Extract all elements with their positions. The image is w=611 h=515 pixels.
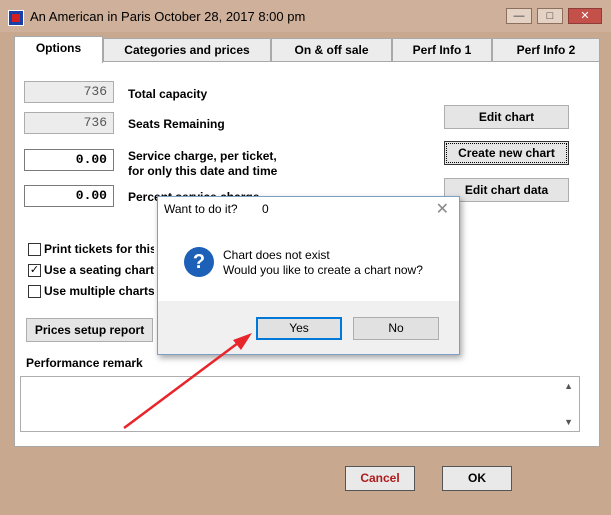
service-charge-label-line1: Service charge, per ticket,	[128, 149, 277, 163]
yes-button[interactable]: Yes	[256, 317, 342, 340]
edit-chart-button[interactable]: Edit chart	[444, 105, 569, 129]
cancel-button[interactable]: Cancel	[345, 466, 415, 491]
use-seating-chart-checkbox[interactable]: ✓	[28, 264, 41, 277]
question-icon: ?	[184, 247, 214, 277]
percent-service-charge-input[interactable]: 0.00	[24, 185, 114, 207]
prices-setup-report-button[interactable]: Prices setup report	[26, 318, 153, 342]
use-seating-chart-label: Use a seating chart	[44, 263, 154, 277]
print-tickets-checkbox[interactable]	[28, 243, 41, 256]
service-charge-input[interactable]: 0.00	[24, 149, 114, 171]
scroll-up-icon[interactable]: ▲	[564, 381, 573, 391]
edit-chart-data-button[interactable]: Edit chart data	[444, 178, 569, 202]
tab-strip: Options Categories and prices On & off s…	[14, 36, 600, 63]
window-title: An American in Paris October 28, 2017 8:…	[30, 9, 306, 24]
dialog-close-icon[interactable]: ✕	[436, 199, 449, 219]
maximize-button[interactable]: □	[537, 8, 563, 24]
total-capacity-field: 736	[24, 81, 114, 103]
total-capacity-label: Total capacity	[128, 87, 208, 101]
seats-remaining-field: 736	[24, 112, 114, 134]
tab-perf-info-2[interactable]: Perf Info 2	[492, 38, 600, 62]
title-bar: An American in Paris October 28, 2017 8:…	[0, 0, 611, 32]
seats-remaining-label: Seats Remaining	[128, 117, 225, 131]
confirm-dialog: Want to do it? 0 ✕ ? Chart does not exis…	[157, 196, 460, 355]
use-multiple-charts-label: Use multiple charts	[44, 284, 154, 298]
tab-categories-and-prices[interactable]: Categories and prices	[103, 38, 271, 62]
tab-on-off-sale[interactable]: On & off sale	[271, 38, 392, 62]
performance-remark-label: Performance remark	[26, 356, 143, 370]
no-button[interactable]: No	[353, 317, 439, 340]
dialog-message-line2: Would you like to create a chart now?	[223, 263, 423, 277]
dialog-count: 0	[262, 202, 269, 216]
app-icon	[8, 10, 24, 26]
dialog-message-line1: Chart does not exist	[223, 248, 330, 262]
close-button[interactable]: ✕	[568, 8, 602, 24]
service-charge-label-line2: for only this date and time	[128, 164, 278, 178]
minimize-button[interactable]: —	[506, 8, 532, 24]
performance-remark-textarea[interactable]: ▲ ▼	[20, 376, 580, 432]
use-multiple-charts-checkbox[interactable]	[28, 285, 41, 298]
ok-button[interactable]: OK	[442, 466, 512, 491]
print-tickets-label: Print tickets for this performance	[44, 242, 154, 256]
tab-perf-info-1[interactable]: Perf Info 1	[392, 38, 492, 62]
tab-options[interactable]: Options	[14, 36, 103, 63]
dialog-title: Want to do it?	[164, 202, 238, 216]
create-new-chart-button[interactable]: Create new chart	[444, 141, 569, 165]
scroll-down-icon[interactable]: ▼	[564, 417, 573, 427]
